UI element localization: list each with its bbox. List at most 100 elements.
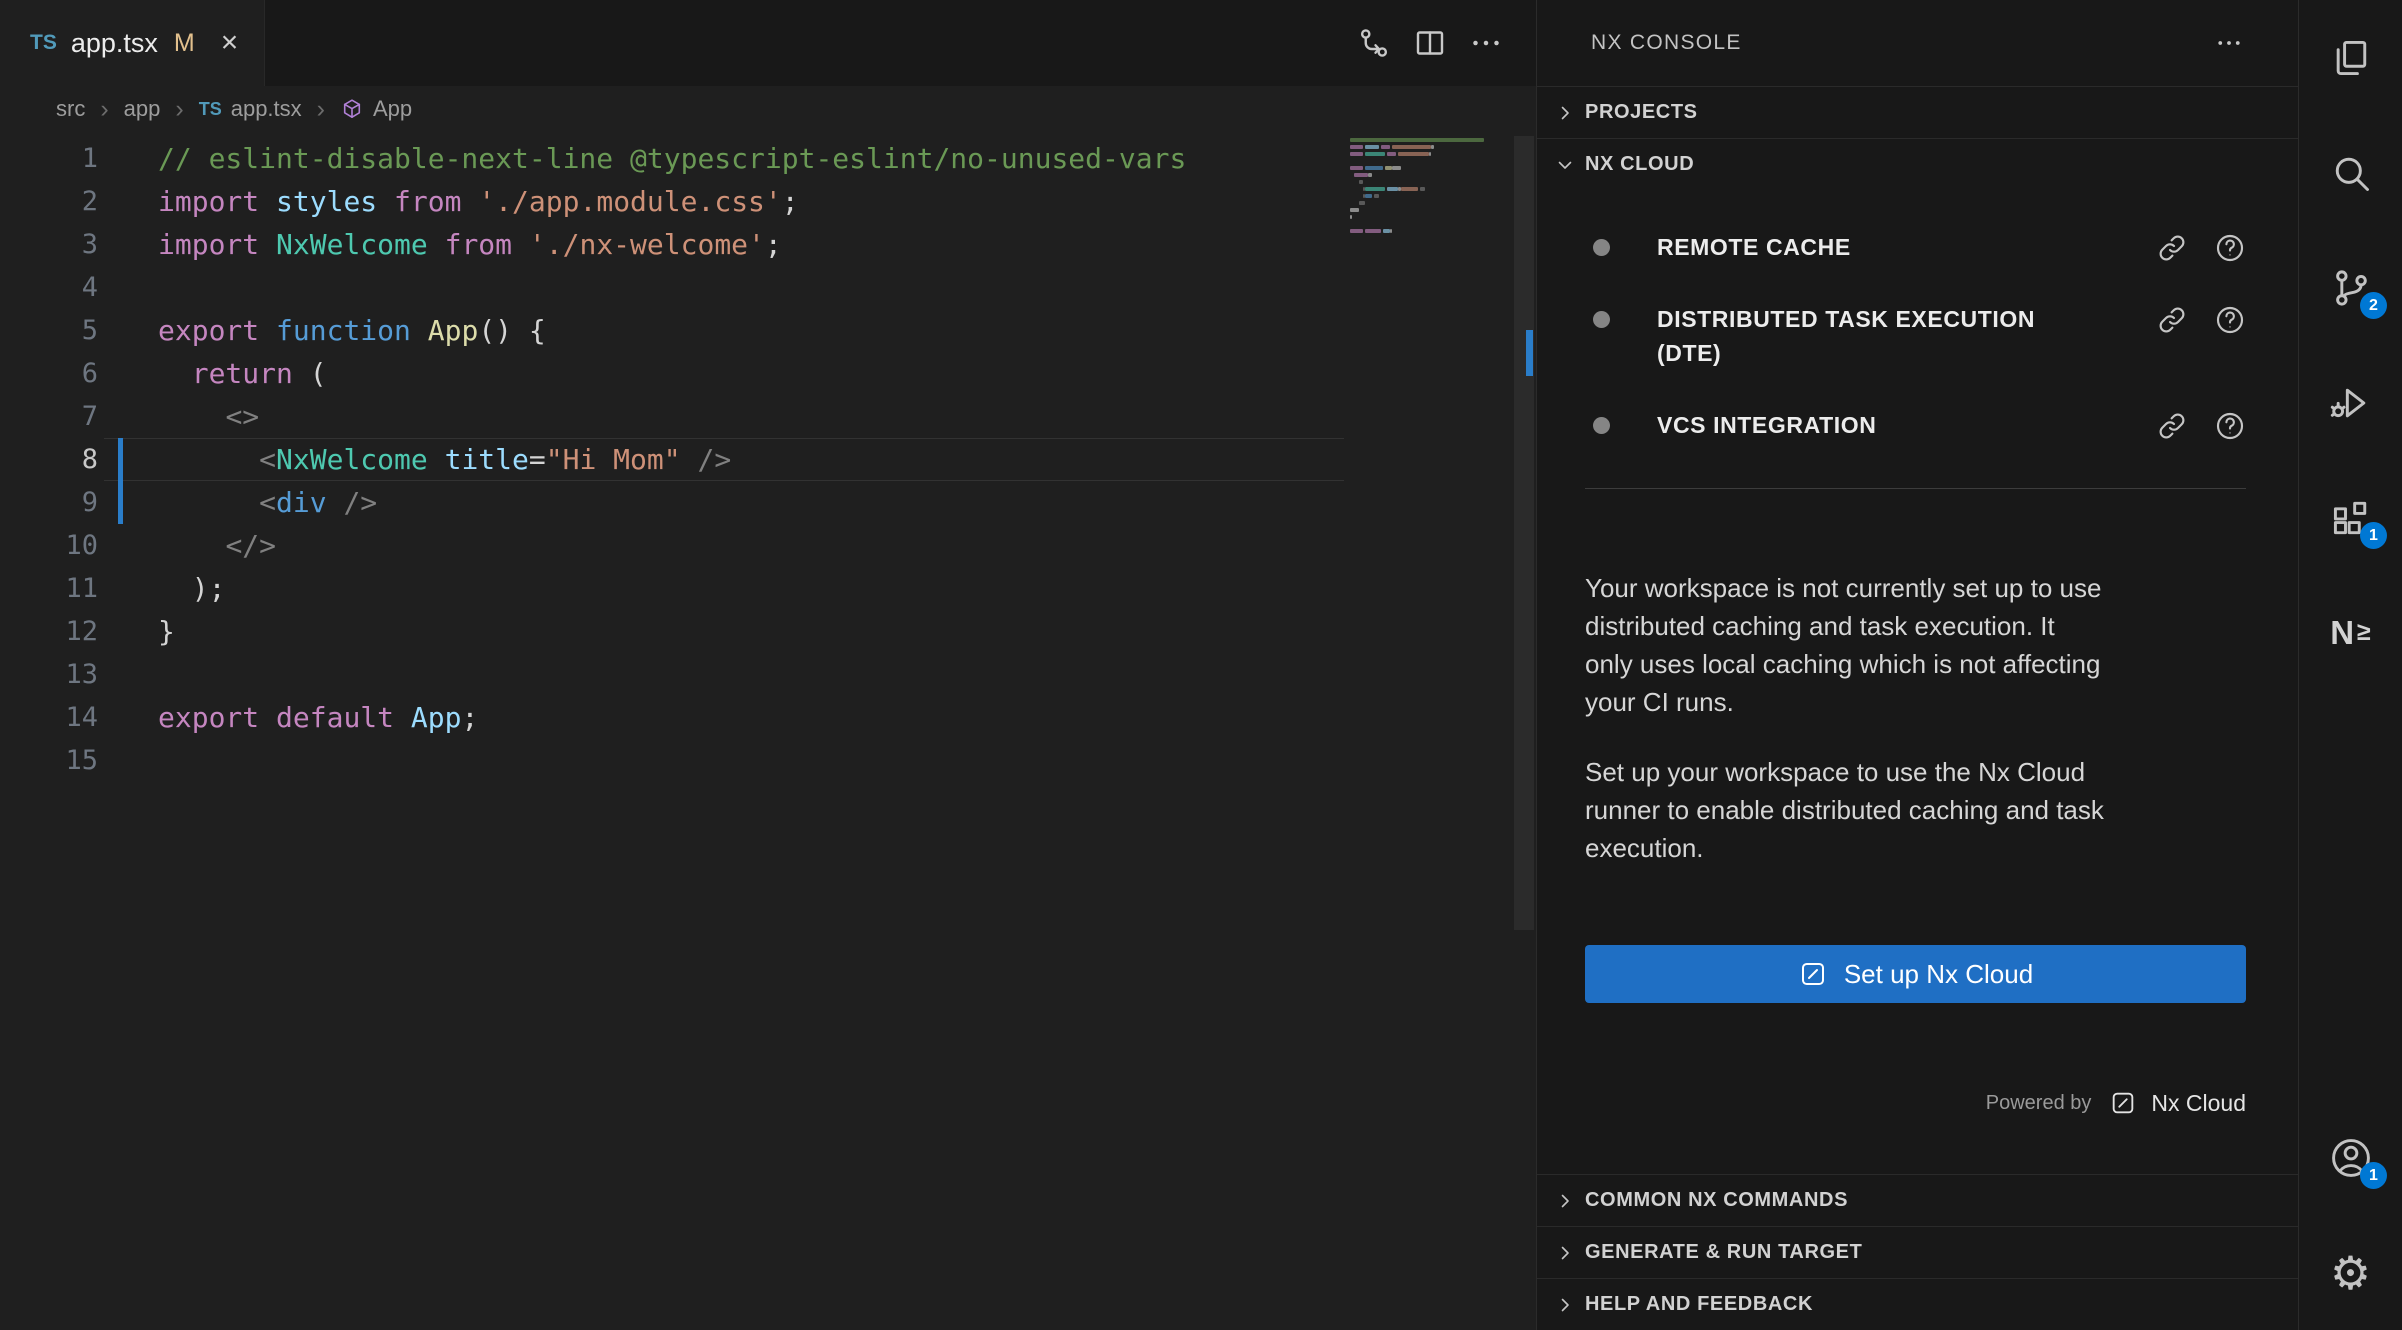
vscode-window: TS app.tsx M × src›app›TSapp.tsx›App 123… bbox=[0, 0, 2402, 1330]
button-label: Set up Nx Cloud bbox=[1844, 959, 2033, 990]
code-line[interactable]: return ( bbox=[158, 352, 1186, 395]
text-line: your CI runs. bbox=[1585, 683, 2246, 721]
code-line[interactable] bbox=[158, 739, 1186, 782]
breadcrumb-label: src bbox=[56, 96, 85, 122]
line-number[interactable]: 15 bbox=[0, 739, 98, 782]
section-label: COMMON NX COMMANDS bbox=[1585, 1189, 1848, 1212]
nx-console-icon: N≥ bbox=[2330, 616, 2371, 649]
activity-item-run-and-debug[interactable] bbox=[2299, 345, 2402, 460]
nx-cloud-item: VCS INTEGRATION bbox=[1585, 408, 2246, 442]
split-editor-icon[interactable] bbox=[1412, 25, 1448, 61]
breadcrumb-label: app bbox=[124, 96, 161, 122]
nx-item-label: VCS INTEGRATION bbox=[1657, 408, 2037, 442]
tab-app-tsx[interactable]: TS app.tsx M × bbox=[0, 0, 265, 86]
section-nx-cloud[interactable]: NX CLOUD bbox=[1537, 138, 2298, 190]
section-help-and-feedback[interactable]: HELP AND FEEDBACK bbox=[1537, 1278, 2298, 1330]
help-icon[interactable] bbox=[2214, 304, 2246, 336]
line-number[interactable]: 11 bbox=[0, 567, 98, 610]
line-number[interactable]: 1 bbox=[0, 137, 98, 180]
code-line[interactable] bbox=[158, 266, 1186, 309]
code-line[interactable]: </> bbox=[158, 524, 1186, 567]
editor-area: TS app.tsx M × src›app›TSapp.tsx›App 123… bbox=[0, 0, 1536, 1330]
git-modified-badge: M bbox=[174, 29, 195, 58]
activity-item-nx-console[interactable]: N≥ bbox=[2299, 575, 2402, 690]
code-line[interactable]: } bbox=[158, 610, 1186, 653]
line-number[interactable]: 14 bbox=[0, 696, 98, 739]
line-number[interactable]: 8 bbox=[0, 438, 98, 481]
open-changes-icon[interactable] bbox=[1356, 25, 1392, 61]
activity-item-search[interactable] bbox=[2299, 115, 2402, 230]
status-dot bbox=[1593, 417, 1610, 434]
chevron-right-icon bbox=[1553, 101, 1577, 125]
activity-item-settings[interactable]: ⚙ bbox=[2299, 1215, 2402, 1330]
more-actions-icon[interactable] bbox=[1468, 25, 1504, 61]
code-line[interactable]: import styles from './app.module.css'; bbox=[158, 180, 1186, 223]
code-line[interactable]: ); bbox=[158, 567, 1186, 610]
code-editor[interactable]: 123456789101112131415 // eslint-disable-… bbox=[0, 132, 1536, 1330]
line-number[interactable]: 9 bbox=[0, 481, 98, 524]
status-dot bbox=[1593, 311, 1610, 328]
nx-cloud-body: REMOTE CACHEDISTRIBUTED TASK EXECUTION (… bbox=[1537, 190, 2298, 1174]
powered-by: Powered by Nx Cloud bbox=[1585, 1089, 2246, 1117]
overview-ruler-marker bbox=[1526, 330, 1533, 376]
line-number[interactable]: 2 bbox=[0, 180, 98, 223]
activity-bar-top: 2 1 N≥ bbox=[2299, 0, 2402, 690]
panel-header: NX CONSOLE bbox=[1537, 0, 2298, 86]
more-actions-icon[interactable] bbox=[2214, 28, 2244, 58]
line-number[interactable]: 5 bbox=[0, 309, 98, 352]
line-number[interactable]: 10 bbox=[0, 524, 98, 567]
search-icon bbox=[2329, 151, 2373, 195]
symbol-cube-icon bbox=[340, 97, 364, 121]
line-number[interactable]: 13 bbox=[0, 653, 98, 696]
status-badge: 1 bbox=[2360, 522, 2387, 549]
line-numbers-gutter: 123456789101112131415 bbox=[0, 137, 98, 782]
section-label: GENERATE & RUN TARGET bbox=[1585, 1241, 1862, 1264]
code-line[interactable]: <div /> bbox=[158, 481, 1186, 524]
line-number[interactable]: 7 bbox=[0, 395, 98, 438]
minimap[interactable] bbox=[1350, 137, 1508, 242]
line-number[interactable]: 4 bbox=[0, 266, 98, 309]
link-icon[interactable] bbox=[2156, 304, 2188, 336]
editor-scrollbar[interactable] bbox=[1514, 136, 1534, 930]
activity-item-extensions[interactable]: 1 bbox=[2299, 460, 2402, 575]
line-number[interactable]: 6 bbox=[0, 352, 98, 395]
chevron-right-icon bbox=[1553, 1293, 1577, 1317]
tab-bar: TS app.tsx M × bbox=[0, 0, 1536, 86]
activity-item-explorer[interactable] bbox=[2299, 0, 2402, 115]
section-common-nx-commands[interactable]: COMMON NX COMMANDS bbox=[1537, 1174, 2298, 1226]
editor-actions bbox=[1356, 0, 1536, 86]
status-dot bbox=[1593, 239, 1610, 256]
breadcrumb-item-app-tsx[interactable]: TSapp.tsx bbox=[199, 96, 302, 122]
breadcrumb-separator: › bbox=[317, 95, 325, 124]
link-icon[interactable] bbox=[2156, 232, 2188, 264]
breadcrumb-item-src[interactable]: src bbox=[56, 96, 85, 122]
setup-nx-cloud-button[interactable]: Set up Nx Cloud bbox=[1585, 945, 2246, 1003]
nx-cloud-logo-icon bbox=[1798, 959, 1828, 989]
files-icon bbox=[2329, 36, 2373, 80]
breadcrumb-item-app[interactable]: app bbox=[124, 96, 161, 122]
code-line[interactable]: import NxWelcome from './nx-welcome'; bbox=[158, 223, 1186, 266]
code-line[interactable]: // eslint-disable-next-line @typescript-… bbox=[158, 137, 1186, 180]
code-line[interactable]: <> bbox=[158, 395, 1186, 438]
code-line[interactable]: <NxWelcome title="Hi Mom" /> bbox=[158, 438, 1186, 481]
activity-item-source-control[interactable]: 2 bbox=[2299, 230, 2402, 345]
link-icon[interactable] bbox=[2156, 410, 2188, 442]
help-icon[interactable] bbox=[2214, 232, 2246, 264]
text-line: Set up your workspace to use the Nx Clou… bbox=[1585, 753, 2246, 791]
tab-title: app.tsx bbox=[71, 28, 158, 59]
activity-item-accounts[interactable]: 1 bbox=[2299, 1100, 2402, 1215]
help-icon[interactable] bbox=[2214, 410, 2246, 442]
text-line: Your workspace is not currently set up t… bbox=[1585, 569, 2246, 607]
close-tab-icon[interactable]: × bbox=[221, 28, 239, 58]
section-generate-run-target[interactable]: GENERATE & RUN TARGET bbox=[1537, 1226, 2298, 1278]
code-line[interactable]: export function App() { bbox=[158, 309, 1186, 352]
code-line[interactable]: export default App; bbox=[158, 696, 1186, 739]
workspace-description: Your workspace is not currently set up t… bbox=[1585, 569, 2246, 721]
ts-file-icon: TS bbox=[199, 99, 222, 120]
line-number[interactable]: 12 bbox=[0, 610, 98, 653]
activity-bar: 21N≥ 1⚙ bbox=[2298, 0, 2402, 1330]
section-projects[interactable]: PROJECTS bbox=[1537, 86, 2298, 138]
line-number[interactable]: 3 bbox=[0, 223, 98, 266]
code-line[interactable] bbox=[158, 653, 1186, 696]
breadcrumb-item-app[interactable]: App bbox=[340, 96, 412, 122]
